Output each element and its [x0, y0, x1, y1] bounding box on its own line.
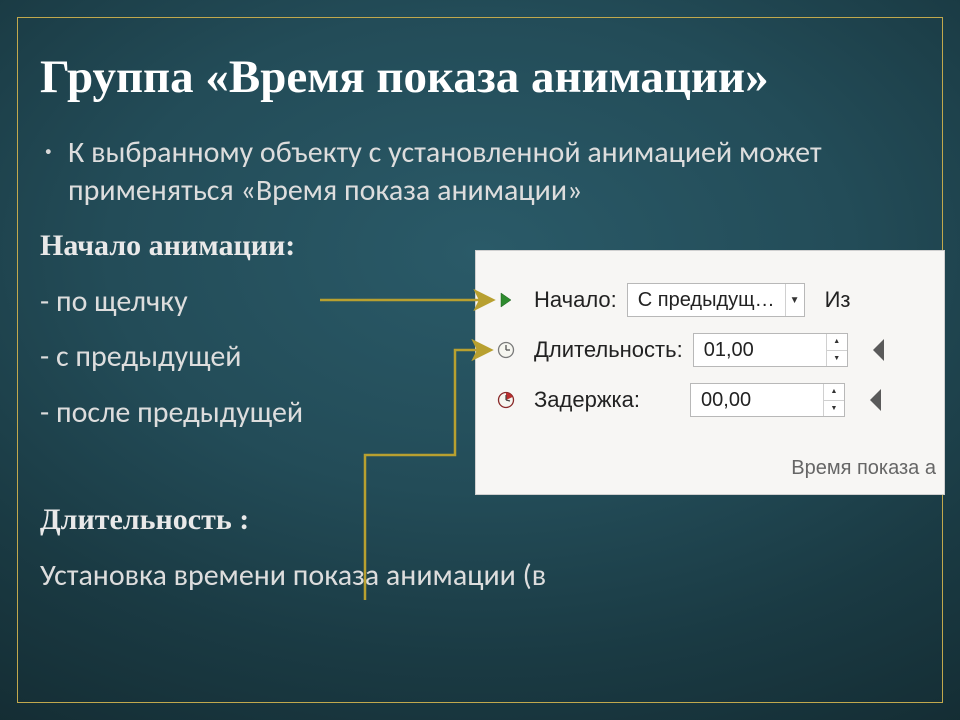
row-delay: Задержка: 00,00 ▲▼: [494, 375, 944, 425]
intro-bullet: К выбранному объекту с установленной ани…: [40, 134, 920, 209]
slide: Группа «Время показа анимации» К выбранн…: [0, 0, 960, 720]
spinner-buttons[interactable]: ▲▼: [823, 384, 844, 416]
duration-stepper[interactable]: 01,00 ▲▼: [693, 333, 848, 367]
row-start: Начало: С предыдущ… ▼ Из: [494, 275, 944, 325]
start-value: С предыдущ…: [628, 289, 785, 312]
start-dropdown[interactable]: С предыдущ… ▼: [627, 283, 805, 317]
chevron-down-icon[interactable]: ▼: [785, 284, 804, 316]
page-title: Группа «Время показа анимации»: [40, 50, 920, 104]
delay-value: 00,00: [691, 389, 823, 412]
delay-label: Задержка:: [534, 387, 640, 413]
cutoff-text: Из: [825, 287, 851, 313]
spinner-buttons[interactable]: ▲▼: [826, 334, 847, 366]
clock-icon: [494, 341, 518, 359]
duration-text: Установка времени показа анимации (в: [40, 557, 920, 595]
panel-caption: Время показа а: [476, 457, 944, 480]
duration-value: 01,00: [694, 339, 826, 362]
delay-clock-icon: [494, 391, 518, 409]
start-marker-icon: [494, 292, 518, 308]
left-arrow-icon: [865, 386, 885, 414]
row-duration: Длительность: 01,00 ▲▼: [494, 325, 944, 375]
duration-heading: Длительность :: [40, 501, 920, 539]
duration-label: Длительность:: [534, 337, 683, 363]
start-label: Начало:: [534, 287, 617, 313]
left-arrow-icon: [868, 336, 888, 364]
delay-stepper[interactable]: 00,00 ▲▼: [690, 383, 845, 417]
timing-panel: Начало: С предыдущ… ▼ Из Длительность:: [475, 250, 945, 495]
